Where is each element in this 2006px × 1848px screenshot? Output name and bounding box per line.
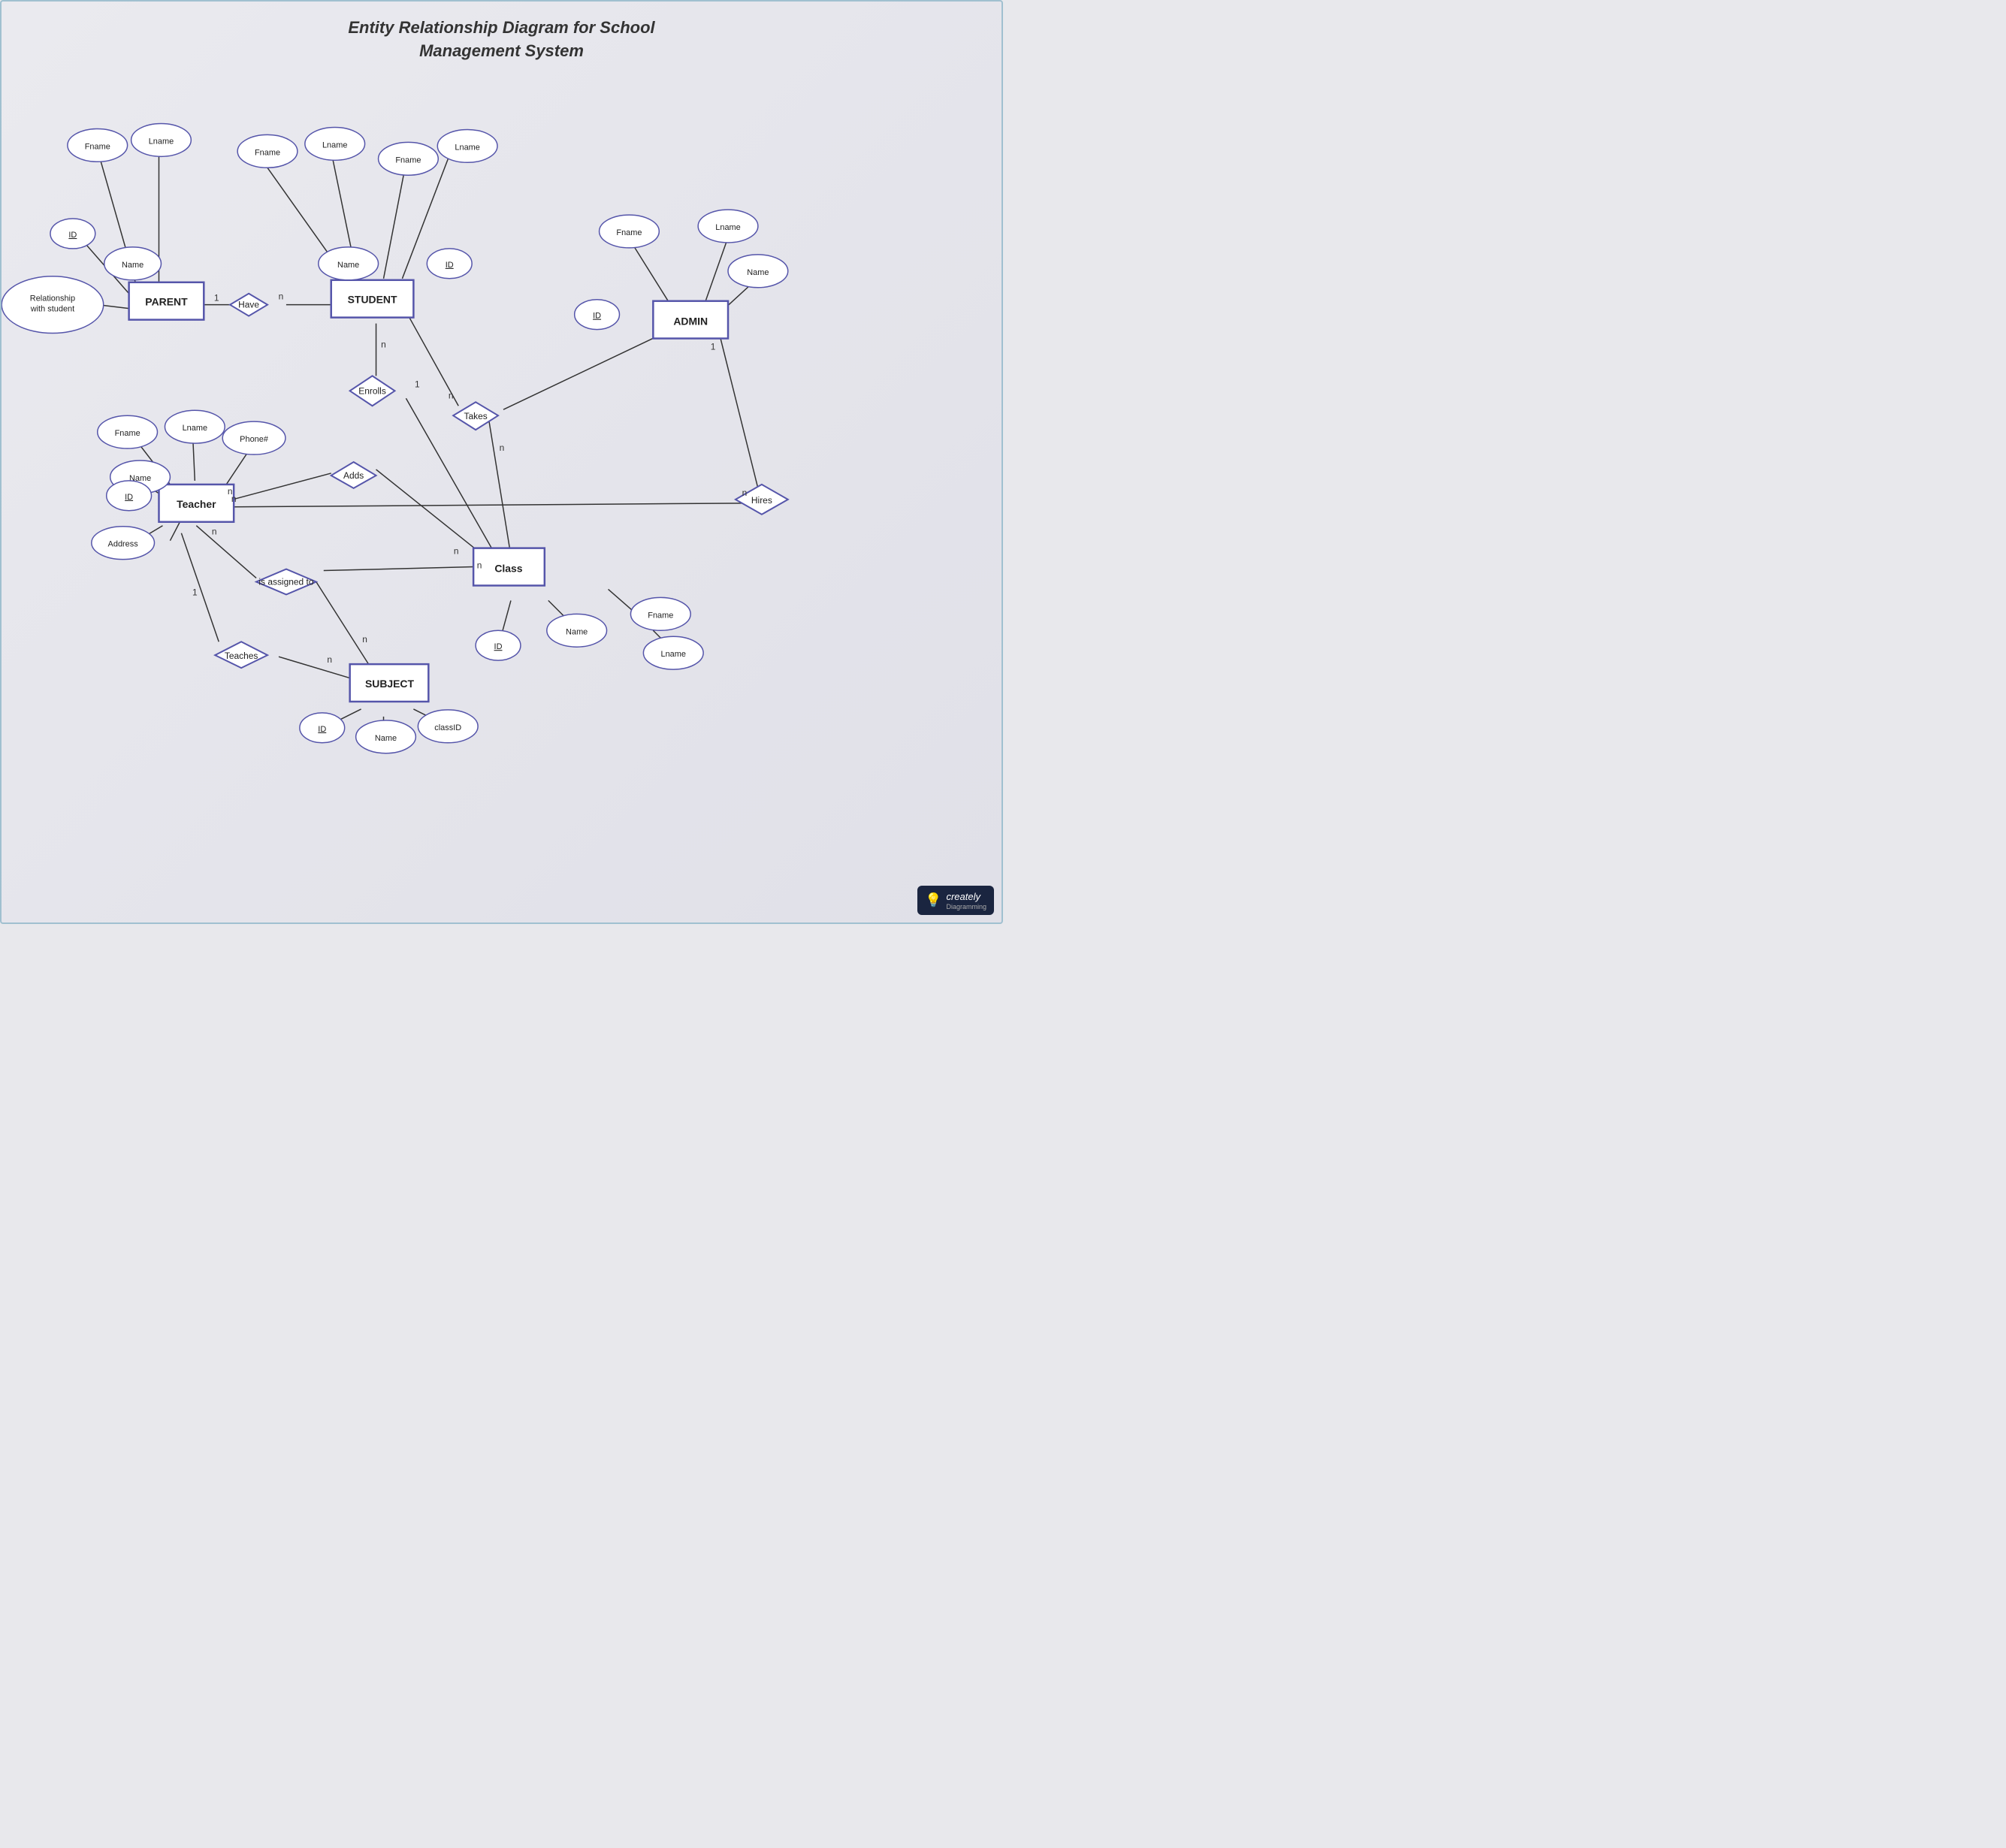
svg-text:ID: ID (494, 642, 503, 651)
svg-text:1: 1 (192, 587, 198, 597)
svg-text:Fname: Fname (85, 142, 110, 151)
entity-class-label: Class (494, 563, 522, 575)
svg-text:n: n (327, 654, 332, 665)
svg-text:n: n (212, 527, 217, 537)
rel-takes-label: Takes (464, 411, 487, 421)
bulb-icon: 💡 (925, 892, 941, 908)
svg-text:Lname: Lname (715, 223, 741, 232)
svg-text:n: n (477, 560, 482, 571)
svg-text:ID: ID (318, 725, 326, 734)
svg-text:Name: Name (122, 261, 144, 270)
svg-text:Address: Address (108, 540, 139, 549)
entity-teacher-label: Teacher (177, 498, 216, 510)
svg-text:Name: Name (375, 734, 397, 743)
svg-text:Name: Name (747, 268, 769, 277)
svg-text:n: n (742, 488, 748, 498)
rel-adds-label: Adds (343, 470, 364, 481)
svg-text:Fname: Fname (648, 611, 673, 620)
svg-text:Fname: Fname (616, 228, 642, 237)
entity-admin-label: ADMIN (673, 316, 708, 328)
svg-text:Phone#: Phone# (240, 435, 269, 444)
svg-text:ID: ID (446, 261, 454, 270)
svg-text:ID: ID (68, 231, 77, 240)
svg-text:ID: ID (125, 493, 133, 502)
svg-text:n: n (279, 291, 284, 302)
rel-hires-label: Hires (751, 495, 772, 506)
diagram-container: Entity Relationship Diagram for School M… (0, 0, 1003, 924)
svg-text:Fname: Fname (115, 429, 140, 438)
svg-text:Lname: Lname (322, 140, 348, 149)
entity-student-label: STUDENT (348, 294, 397, 306)
svg-text:ID: ID (593, 312, 601, 321)
svg-text:1: 1 (214, 293, 219, 303)
svg-text:classID: classID (434, 723, 461, 732)
svg-text:Fname: Fname (395, 156, 421, 165)
rel-assigned-label: is assigned to (258, 576, 313, 587)
svg-text:n: n (381, 339, 386, 349)
svg-text:Name: Name (337, 261, 359, 270)
svg-text:Lname: Lname (455, 143, 480, 152)
svg-text:n: n (500, 442, 505, 453)
entity-parent-label: PARENT (145, 296, 188, 308)
rel-have-label: Have (238, 300, 259, 310)
svg-text:with student: with student (30, 305, 74, 314)
creately-sub-text: Diagramming (946, 904, 986, 910)
rel-enrolls-label: Enrolls (358, 385, 386, 396)
svg-text:1: 1 (415, 379, 420, 389)
entity-subject-label: SUBJECT (365, 678, 415, 690)
creately-badge: 💡 creately Diagramming (917, 886, 994, 915)
svg-text:Lname: Lname (183, 424, 208, 433)
creately-brand-text: creately (946, 891, 980, 902)
svg-text:n: n (228, 486, 233, 497)
svg-text:1: 1 (711, 341, 716, 352)
svg-text:Lname: Lname (149, 137, 174, 146)
rel-teaches-label: Teaches (225, 651, 258, 661)
svg-text:Relationship: Relationship (30, 294, 75, 303)
svg-text:n: n (449, 390, 454, 400)
svg-text:Lname: Lname (661, 650, 687, 659)
svg-text:n: n (362, 634, 367, 645)
svg-text:Fname: Fname (255, 148, 280, 157)
svg-text:Name: Name (566, 627, 588, 636)
svg-text:n: n (454, 546, 459, 557)
